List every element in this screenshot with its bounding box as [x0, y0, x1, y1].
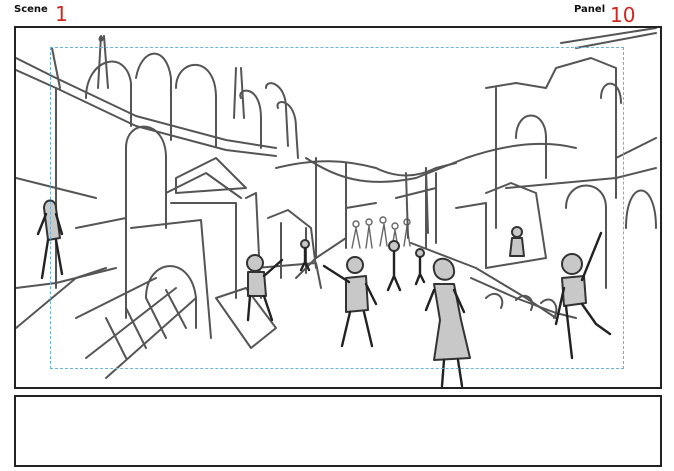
- panel-label: Panel: [574, 4, 606, 15]
- scene-number: 1: [55, 2, 68, 26]
- panel-number: 10: [610, 3, 636, 27]
- scene-label: Scene: [14, 4, 48, 15]
- panel-notes-box[interactable]: [14, 395, 662, 467]
- safe-area-guide: [50, 47, 624, 369]
